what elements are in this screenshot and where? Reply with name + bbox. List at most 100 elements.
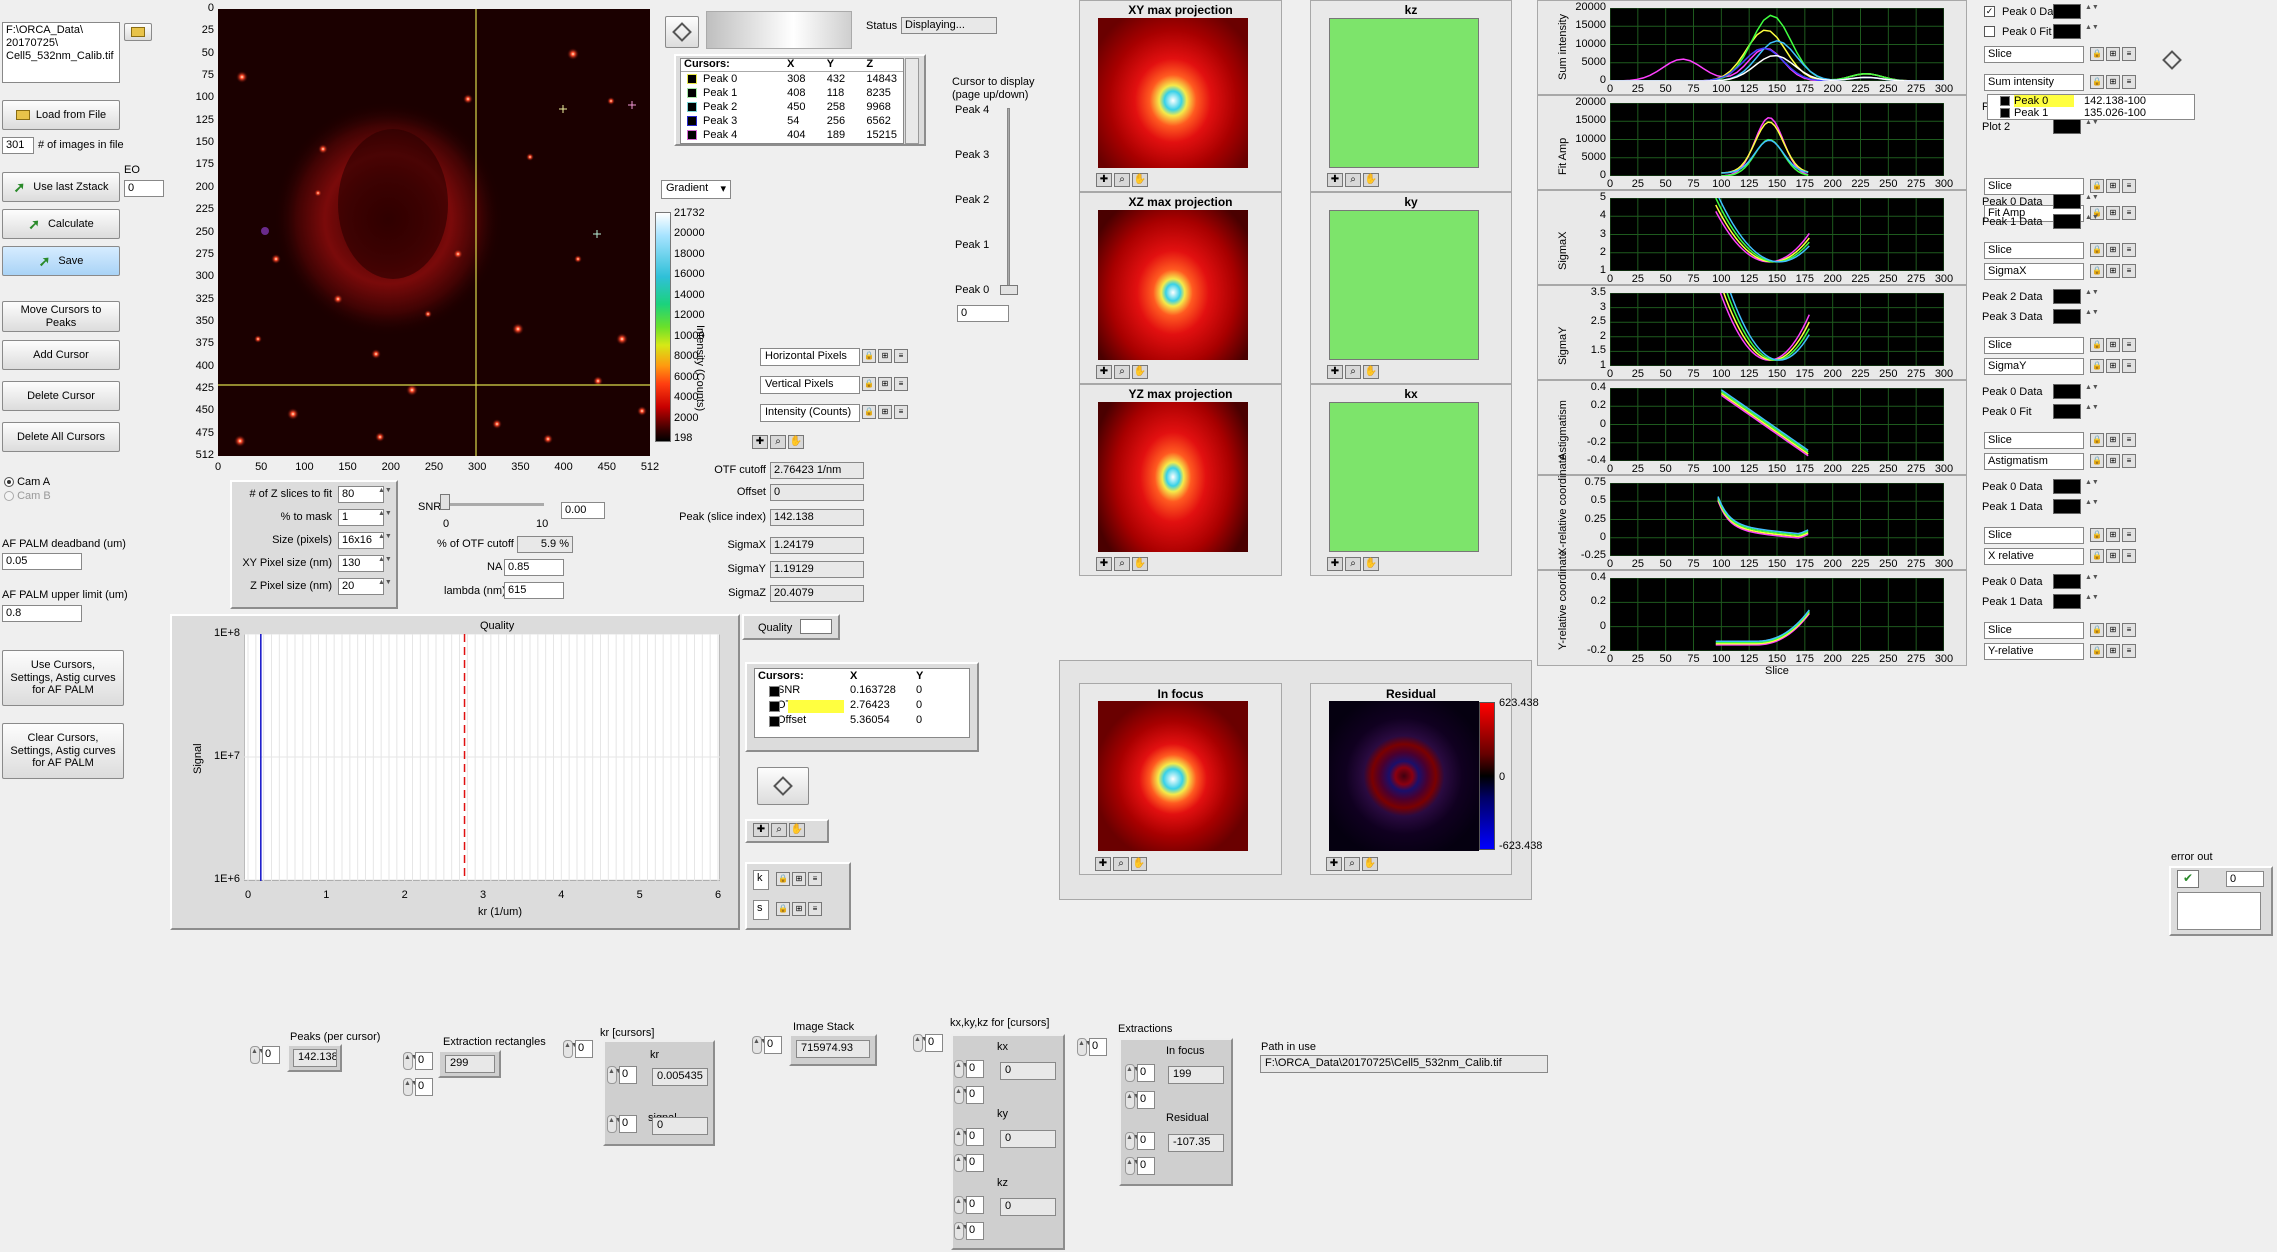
clear-cursors-afpalm-button[interactable]: Clear Cursors, Settings, Astig curves fo…	[2, 723, 124, 779]
legend-swatch[interactable]	[2053, 479, 2081, 494]
navigation-pad-button[interactable]	[665, 16, 699, 48]
lock-icon[interactable]: 🔒	[2090, 179, 2104, 193]
stepper-icon[interactable]: ▲▼	[2085, 194, 2099, 209]
x-axis-select[interactable]: Slice	[1984, 178, 2084, 195]
index-stepper-icon[interactable]: ▲▼	[563, 1040, 578, 1058]
cam-b-radio[interactable]: Cam B	[4, 490, 51, 502]
plot-name-field[interactable]: Sum intensity	[1984, 74, 2084, 91]
stepper-icon[interactable]: ▲▼	[2085, 574, 2099, 589]
index-field[interactable]: 0	[262, 1046, 280, 1064]
format-icon[interactable]: ⊞	[2106, 454, 2120, 468]
cursor-table[interactable]: Cursors: X Y Z Peak 0 308 432 14843 Peak 1 408 118…	[680, 58, 904, 144]
quality-cursor-row[interactable]: Offset 5.36054 0	[755, 713, 969, 728]
index-field[interactable]: 0	[966, 1154, 984, 1172]
format-icon[interactable]: ⊞	[2106, 206, 2120, 220]
index-stepper-icon[interactable]: ▲▼	[954, 1060, 969, 1078]
lock-icon[interactable]: 🔒	[2090, 264, 2104, 278]
index-field[interactable]: 0	[966, 1086, 984, 1104]
index-field[interactable]: 0	[619, 1066, 637, 1084]
lock-icon[interactable]: 🔒	[2090, 433, 2104, 447]
right-chart-plot[interactable]	[1610, 8, 1944, 81]
x-axis-select[interactable]: Slice	[1984, 242, 2084, 259]
crosshair-icon[interactable]: ✚	[1327, 557, 1343, 571]
stepper-icon[interactable]: ▲▼	[378, 556, 392, 571]
index-stepper-icon[interactable]: ▲▼	[954, 1128, 969, 1146]
eo-field[interactable]: 0	[124, 180, 164, 197]
right-chart-plot[interactable]	[1610, 388, 1944, 461]
lock-icon[interactable]: 🔒	[2090, 454, 2104, 468]
format-icon[interactable]: ⊞	[2106, 433, 2120, 447]
format-icon[interactable]: ⊞	[2106, 47, 2120, 61]
hand-icon[interactable]: ✋	[1363, 173, 1379, 187]
format-icon[interactable]: ⊞	[2106, 359, 2120, 373]
num-images-field[interactable]: 301	[2, 137, 34, 154]
lock-icon[interactable]: 🔒	[862, 377, 876, 391]
legend-swatch[interactable]	[2053, 194, 2081, 209]
peak-slider-thumb[interactable]	[1000, 285, 1018, 295]
stepper-icon[interactable]: ▲▼	[2085, 289, 2099, 304]
legend-swatch[interactable]	[2053, 24, 2081, 39]
lock-icon[interactable]: 🔒	[2090, 623, 2104, 637]
legend-swatch[interactable]	[2053, 499, 2081, 514]
crosshair-icon[interactable]: ✚	[1095, 857, 1111, 871]
scale-icon[interactable]: ≡	[2122, 623, 2136, 637]
checkbox-icon[interactable]	[1984, 26, 1995, 37]
lambda-field[interactable]: 615	[504, 582, 564, 599]
format-icon[interactable]: ⊞	[2106, 528, 2120, 542]
stepper-icon[interactable]: ▲▼	[2085, 384, 2099, 399]
format-icon[interactable]: ⊞	[878, 405, 892, 419]
format-icon[interactable]: ⊞	[2106, 243, 2120, 257]
format-icon[interactable]: ⊞	[2106, 179, 2120, 193]
index-field[interactable]: 0	[1137, 1157, 1155, 1175]
quality-cursor-table[interactable]: Cursors:XYSNR0.1637280OTF cutoff2.764230…	[754, 668, 970, 738]
af-upper-field[interactable]: 0.8	[2, 605, 82, 622]
cam-a-radio[interactable]: Cam A	[4, 476, 50, 488]
stepper-icon[interactable]: ▲▼	[2085, 479, 2099, 494]
format-icon[interactable]: ⊞	[2106, 644, 2120, 658]
cursor-table-row[interactable]: Peak 4 404 189 15215	[681, 128, 903, 142]
legend-swatch[interactable]	[2053, 4, 2081, 19]
stepper-icon[interactable]: ▲▼	[378, 533, 392, 548]
zoom-icon[interactable]: ⌕	[1345, 173, 1361, 187]
lock-icon[interactable]: 🔒	[862, 349, 876, 363]
af-deadband-field[interactable]: 0.05	[2, 553, 82, 570]
lock-icon[interactable]: 🔒	[2090, 528, 2104, 542]
stepper-icon[interactable]: ▲▼	[2085, 4, 2099, 19]
plot-name-field[interactable]: X relative	[1984, 548, 2084, 565]
calculate-button[interactable]: ➚ Calculate	[2, 209, 120, 239]
sum-legend-list[interactable]: Peak 0 142.138 -100 Peak 1 135.026 -100	[1987, 94, 2195, 120]
format-icon[interactable]: ⊞	[2106, 549, 2120, 563]
add-cursor-button[interactable]: Add Cursor	[2, 340, 120, 370]
quality-legend[interactable]: Quality	[742, 614, 840, 640]
legend-swatch[interactable]	[2053, 309, 2081, 324]
hand-icon[interactable]: ✋	[1363, 365, 1379, 379]
cursor-table-row[interactable]: Peak 1 408 118 8235	[681, 86, 903, 100]
stepper-icon[interactable]: ▲▼	[2085, 309, 2099, 324]
crosshair-icon[interactable]: ✚	[752, 435, 768, 449]
k-image[interactable]	[1329, 18, 1479, 168]
index-stepper-icon[interactable]: ▲▼	[954, 1196, 969, 1214]
delete-all-cursors-button[interactable]: Delete All Cursors	[2, 422, 120, 452]
legend-swatch[interactable]	[2053, 119, 2081, 134]
format-icon[interactable]: ⊞	[2106, 623, 2120, 637]
index-field[interactable]: 0	[966, 1060, 984, 1078]
index-stepper-icon[interactable]: ▲▼	[1125, 1132, 1140, 1150]
index-field[interactable]: 0	[966, 1196, 984, 1214]
index-stepper-icon[interactable]: ▲▼	[1125, 1157, 1140, 1175]
format-icon[interactable]: ⊞	[2106, 264, 2120, 278]
lock-icon[interactable]: 🔒	[2090, 549, 2104, 563]
index-stepper-icon[interactable]: ▲▼	[607, 1115, 622, 1133]
save-button[interactable]: ➚ Save	[2, 246, 120, 276]
right-chart-plot[interactable]	[1610, 483, 1944, 556]
delete-cursor-button[interactable]: Delete Cursor	[2, 381, 120, 411]
sum-legend-row[interactable]: Peak 0 142.138 -100	[1988, 95, 2194, 107]
k-image[interactable]	[1329, 402, 1479, 552]
scale-icon[interactable]: ≡	[894, 405, 908, 419]
load-from-file-button[interactable]: Load from File	[2, 100, 120, 130]
use-cursors-afpalm-button[interactable]: Use Cursors, Settings, Astig curves for …	[2, 650, 124, 706]
right-chart-plot[interactable]	[1610, 198, 1944, 271]
format-icon[interactable]: ⊞	[792, 902, 806, 916]
snr-value-field[interactable]: 0.00	[561, 502, 605, 519]
lock-icon[interactable]: 🔒	[2090, 359, 2104, 373]
scale-icon[interactable]: ≡	[2122, 338, 2136, 352]
